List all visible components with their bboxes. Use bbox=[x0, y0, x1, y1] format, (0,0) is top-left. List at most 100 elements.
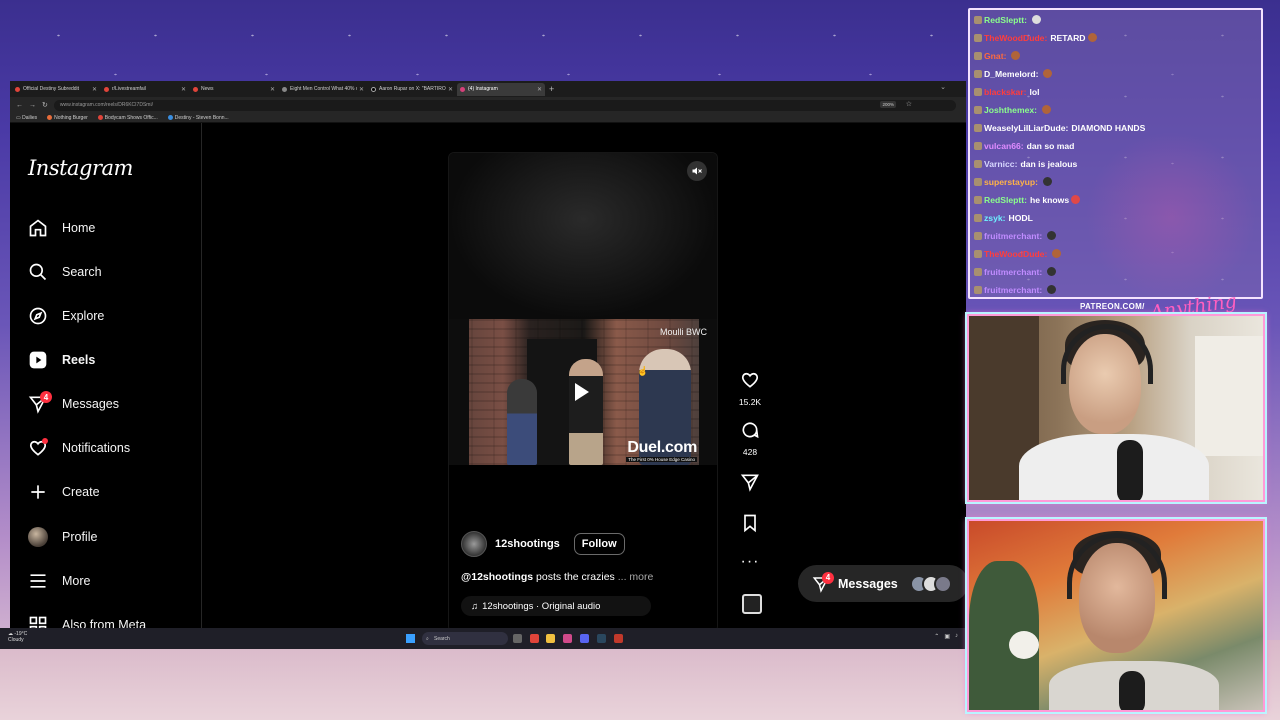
nav-home[interactable]: Home bbox=[28, 214, 193, 242]
chat-username[interactable]: fruitmerchant: bbox=[984, 267, 1042, 277]
close-tab-icon[interactable]: ✕ bbox=[181, 86, 186, 93]
like-button[interactable]: 15.2K bbox=[734, 370, 766, 407]
chat-username[interactable]: zsyk: bbox=[984, 213, 1006, 223]
chat-text: he knows bbox=[1029, 195, 1070, 205]
url-field[interactable]: www.instagram.com/reels/DR6KCI7DSmi/ 200… bbox=[53, 99, 956, 111]
bookmark-item[interactable]: Bodycam Shows Offic... bbox=[97, 115, 158, 121]
nav-explore[interactable]: Explore bbox=[28, 302, 193, 330]
chat-username[interactable]: WeaselyLilLiarDude: bbox=[984, 123, 1068, 133]
chat-username[interactable]: vulcan66: bbox=[984, 141, 1024, 151]
folder-icon[interactable] bbox=[546, 634, 555, 643]
close-tab-icon[interactable]: ✕ bbox=[448, 86, 453, 93]
weather-widget[interactable]: ☁ -19°C Cloudy bbox=[8, 631, 27, 643]
forward-icon[interactable]: → bbox=[29, 102, 36, 109]
nav-profile[interactable]: Profile bbox=[28, 523, 193, 551]
follow-button[interactable]: Follow bbox=[573, 533, 625, 555]
nav-reels[interactable]: Reels bbox=[28, 346, 193, 374]
tab-aaron-rupar[interactable]: Aaron Rupar on X: "BARTIROM ✕ bbox=[368, 83, 456, 96]
chevron-down-icon[interactable]: ⌄ bbox=[940, 83, 946, 91]
nav-search[interactable]: Search bbox=[28, 258, 193, 286]
save-button[interactable] bbox=[734, 513, 766, 538]
nav-notifications[interactable]: Notifications bbox=[28, 434, 193, 462]
windows-start-icon[interactable] bbox=[406, 634, 415, 643]
new-tab-icon[interactable]: + bbox=[549, 84, 554, 94]
volume-icon[interactable]: ♪ bbox=[955, 633, 958, 640]
network-icon[interactable]: ▣ bbox=[944, 633, 950, 640]
chat-message: zsyk: HODL bbox=[974, 213, 1033, 223]
chat-username[interactable]: Joshthemex: bbox=[984, 105, 1037, 115]
close-tab-icon[interactable]: ✕ bbox=[359, 86, 364, 93]
nav-more[interactable]: More bbox=[28, 567, 193, 595]
chat-message: WeaselyLilLiarDude: DIAMOND HANDS bbox=[974, 123, 1145, 133]
profile-avatar bbox=[28, 527, 48, 547]
author-avatar[interactable] bbox=[461, 531, 487, 557]
more-options-icon[interactable]: ··· bbox=[734, 553, 766, 571]
bookmark-star-icon[interactable]: ☆ bbox=[906, 100, 912, 108]
chat-username[interactable]: superstayup: bbox=[984, 177, 1038, 187]
patreon-text: PATREON.COM/ bbox=[1080, 302, 1145, 311]
audio-pill[interactable]: ♫ 12shootings · Original audio bbox=[461, 596, 651, 616]
reel-player[interactable]: Moulli BWC Duel.com The First 0% House E… bbox=[448, 152, 718, 632]
stream-chat: RedSleptt: TheWoodDude: RETARD Gnat: D_Memel… bbox=[968, 8, 1263, 299]
speaker-muted-icon bbox=[692, 167, 702, 175]
task-view-icon[interactable] bbox=[513, 634, 522, 643]
discord-icon[interactable] bbox=[580, 634, 589, 643]
app-taskbar-icon[interactable] bbox=[614, 634, 623, 643]
video-figure bbox=[569, 359, 603, 465]
nav-messages[interactable]: 4 Messages bbox=[28, 390, 193, 418]
chat-username[interactable]: TheWoodDude: bbox=[984, 33, 1047, 43]
tab-livestreamfail[interactable]: r/Livestreamfail ✕ bbox=[101, 83, 189, 96]
comment-icon bbox=[742, 422, 759, 439]
video-frame[interactable]: Moulli BWC Duel.com The First 0% House E… bbox=[449, 319, 717, 465]
close-tab-icon[interactable]: ✕ bbox=[537, 86, 542, 93]
music-note-icon: ♫ bbox=[471, 600, 479, 612]
back-icon[interactable]: ← bbox=[16, 102, 23, 109]
chat-username[interactable]: Gnat: bbox=[984, 51, 1006, 61]
chat-username[interactable]: fruitmerchant: bbox=[984, 231, 1042, 241]
mute-button[interactable] bbox=[687, 161, 707, 181]
tab-reddit-destiny[interactable]: Official Destiny Subreddit ✕ bbox=[12, 83, 100, 96]
comment-button[interactable]: 428 bbox=[734, 420, 766, 457]
bookmark-item[interactable]: ▭ Dailies bbox=[16, 115, 37, 121]
chat-username[interactable]: TheWoodDude: bbox=[984, 249, 1047, 259]
chat-username[interactable]: D_Memelord: bbox=[984, 69, 1038, 79]
messages-pill[interactable]: 4 Messages bbox=[798, 565, 966, 602]
app-taskbar-icon[interactable] bbox=[563, 634, 572, 643]
close-tab-icon[interactable]: ✕ bbox=[270, 86, 275, 93]
chat-badge-icon bbox=[974, 88, 982, 96]
chat-emote-icon bbox=[1052, 249, 1062, 258]
close-tab-icon[interactable]: ✕ bbox=[92, 86, 97, 93]
play-icon[interactable] bbox=[575, 383, 589, 401]
steam-icon[interactable] bbox=[597, 634, 606, 643]
chat-username[interactable]: blackskar: bbox=[984, 87, 1027, 97]
tab-news[interactable]: News ✕ bbox=[190, 83, 278, 96]
author-name[interactable]: 12shootings bbox=[495, 538, 560, 550]
audio-thumbnail[interactable] bbox=[742, 594, 762, 614]
chat-username[interactable]: Varnicc: bbox=[984, 159, 1017, 169]
browser-taskbar-icon[interactable] bbox=[530, 634, 539, 643]
tab-instagram[interactable]: (4) Instagram ✕ bbox=[457, 82, 545, 96]
chevron-up-icon[interactable]: ⌃ bbox=[934, 633, 939, 640]
audio-label: 12shootings · Original audio bbox=[482, 600, 601, 612]
chat-username[interactable]: RedSleptt: bbox=[984, 15, 1027, 25]
chat-username[interactable]: RedSleptt: bbox=[984, 195, 1027, 205]
taskbar-search[interactable]: ⌕ Search bbox=[422, 632, 508, 645]
reload-icon[interactable]: ↻ bbox=[42, 101, 48, 109]
caption-more-link[interactable]: ... more bbox=[618, 571, 654, 583]
reddit-icon bbox=[193, 86, 198, 92]
caption-handle[interactable]: @12shootings bbox=[461, 571, 533, 583]
share-button[interactable] bbox=[734, 472, 766, 497]
bookmark-item[interactable]: Nothing Burger bbox=[47, 115, 88, 121]
bookmark-item[interactable]: Destiny - Steven Bonn... bbox=[167, 115, 229, 121]
chat-username[interactable]: fruitmerchant: bbox=[984, 285, 1042, 295]
windows-taskbar: ☁ -19°C Cloudy ⌕ Search ⌃ ▣ ♪ bbox=[0, 628, 966, 649]
menu-icon bbox=[28, 571, 48, 591]
chat-emote-icon bbox=[1087, 33, 1097, 42]
reel-author: 12shootings Follow bbox=[461, 531, 625, 557]
instagram-logo[interactable]: Instagram bbox=[28, 156, 133, 180]
plus-icon bbox=[28, 482, 48, 502]
zoom-badge[interactable]: 200% bbox=[880, 100, 896, 108]
chat-text: HODL bbox=[1008, 213, 1033, 223]
nav-create[interactable]: Create bbox=[28, 478, 193, 506]
tab-eight-men[interactable]: Eight Men Control What 40% o ✕ bbox=[279, 83, 367, 96]
